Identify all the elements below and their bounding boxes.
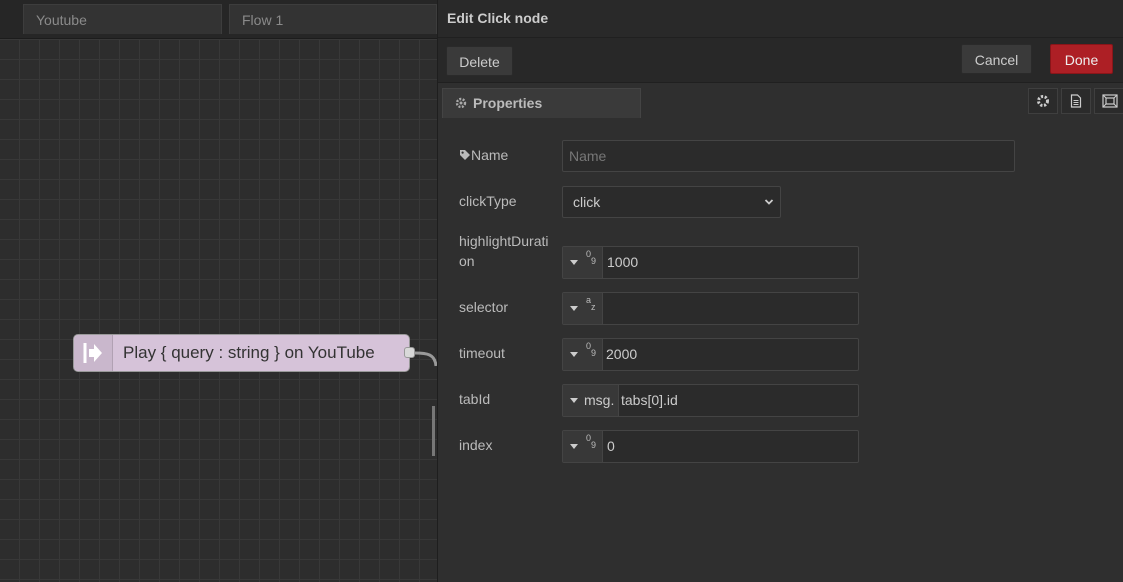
caret-down-icon: [570, 306, 578, 311]
selector-label: selector: [459, 299, 509, 315]
type-selector-button[interactable]: az: [563, 293, 603, 324]
flow-node[interactable]: Play { query : string } on YouTube: [73, 334, 415, 372]
node-wire: [415, 351, 437, 367]
chevron-down-icon: [764, 199, 774, 205]
tray-toolbar: Delete Cancel Done: [438, 38, 1123, 83]
tab-youtube[interactable]: Youtube: [23, 4, 222, 34]
name-input[interactable]: [562, 140, 1015, 172]
node-icon-box: [74, 335, 113, 371]
tabid-typed-input[interactable]: msg. tabs[0].id: [562, 384, 859, 417]
form-row-name: Name: [438, 140, 1123, 172]
highlightduration-typed-input[interactable]: 09 1000: [562, 246, 859, 279]
index-label: index: [459, 437, 493, 453]
document-icon: [1070, 94, 1082, 108]
tabid-label: tabId: [459, 391, 491, 407]
form-row-index: index 09 0: [438, 430, 1123, 463]
caret-down-icon: [570, 260, 578, 265]
type-selector-button[interactable]: msg.: [563, 385, 619, 416]
node-output-port[interactable]: [404, 347, 415, 358]
timeout-label: timeout: [459, 345, 505, 361]
cancel-button[interactable]: Cancel: [961, 44, 1032, 74]
highlightduration-label-line2: on: [459, 253, 475, 269]
type-selector-button[interactable]: 09: [563, 247, 603, 278]
form-row-selector: selector az: [438, 292, 1123, 325]
index-typed-input[interactable]: 09 0: [562, 430, 859, 463]
form-row-timeout: timeout 09 2000: [438, 338, 1123, 371]
form-row-highlightduration: highlightDurati on 09 1000: [438, 231, 1123, 281]
highlightduration-label-line1: highlightDurati: [459, 233, 549, 249]
caret-down-icon: [570, 444, 578, 449]
clicktype-label: clickType: [459, 193, 517, 209]
gear-icon: [1037, 95, 1049, 107]
tag-icon: [460, 150, 470, 160]
tab-flow-1[interactable]: Flow 1: [229, 4, 437, 34]
delete-button[interactable]: Delete: [446, 46, 513, 76]
form-row-clicktype: clickType click: [438, 186, 1123, 218]
flow-workspace[interactable]: Youtube Flow 1 Play { query : string } o…: [0, 0, 437, 582]
tray-title: Edit Click node: [447, 10, 549, 26]
selector-typed-input[interactable]: az: [562, 292, 859, 325]
highlightduration-value: 1000: [607, 254, 639, 270]
caret-down-icon: [570, 398, 578, 403]
timeout-value: 2000: [606, 346, 638, 362]
tray-tabs: Properties: [438, 83, 1123, 119]
name-label: Name: [459, 145, 508, 165]
form-row-tabid: tabId msg. tabs[0].id: [438, 384, 1123, 417]
tab-properties[interactable]: Properties: [442, 88, 641, 118]
flow-tab-bar: Youtube Flow 1: [0, 0, 437, 39]
clicktype-select[interactable]: click: [562, 186, 781, 218]
node-appearance-button[interactable]: [1094, 88, 1123, 114]
node-description-button[interactable]: [1061, 88, 1091, 114]
type-selector-button[interactable]: 09: [563, 339, 603, 370]
timeout-typed-input[interactable]: 09 2000: [562, 338, 859, 371]
caret-down-icon: [570, 352, 578, 357]
node-settings-button[interactable]: [1028, 88, 1058, 114]
edit-tray: Edit Click node Delete Cancel Done Prope…: [437, 0, 1123, 582]
tray-header: Edit Click node: [438, 0, 1123, 38]
highlightduration-label: highlightDurati on: [459, 231, 549, 271]
msg-type-label: msg.: [584, 392, 615, 408]
done-button[interactable]: Done: [1050, 44, 1113, 74]
arrow-in-icon: [83, 343, 102, 363]
frame-icon: [1102, 94, 1118, 108]
tab-properties-label: Properties: [473, 95, 543, 111]
name-label-text: Name: [471, 147, 509, 163]
tabid-value: tabs[0].id: [621, 392, 678, 408]
gear-icon: [455, 97, 467, 109]
node-label: Play { query : string } on YouTube: [123, 343, 375, 362]
type-selector-button[interactable]: 09: [563, 431, 603, 462]
clicktype-value: click: [573, 194, 601, 210]
index-value: 0: [607, 438, 615, 454]
panel-splitter[interactable]: [432, 406, 435, 456]
